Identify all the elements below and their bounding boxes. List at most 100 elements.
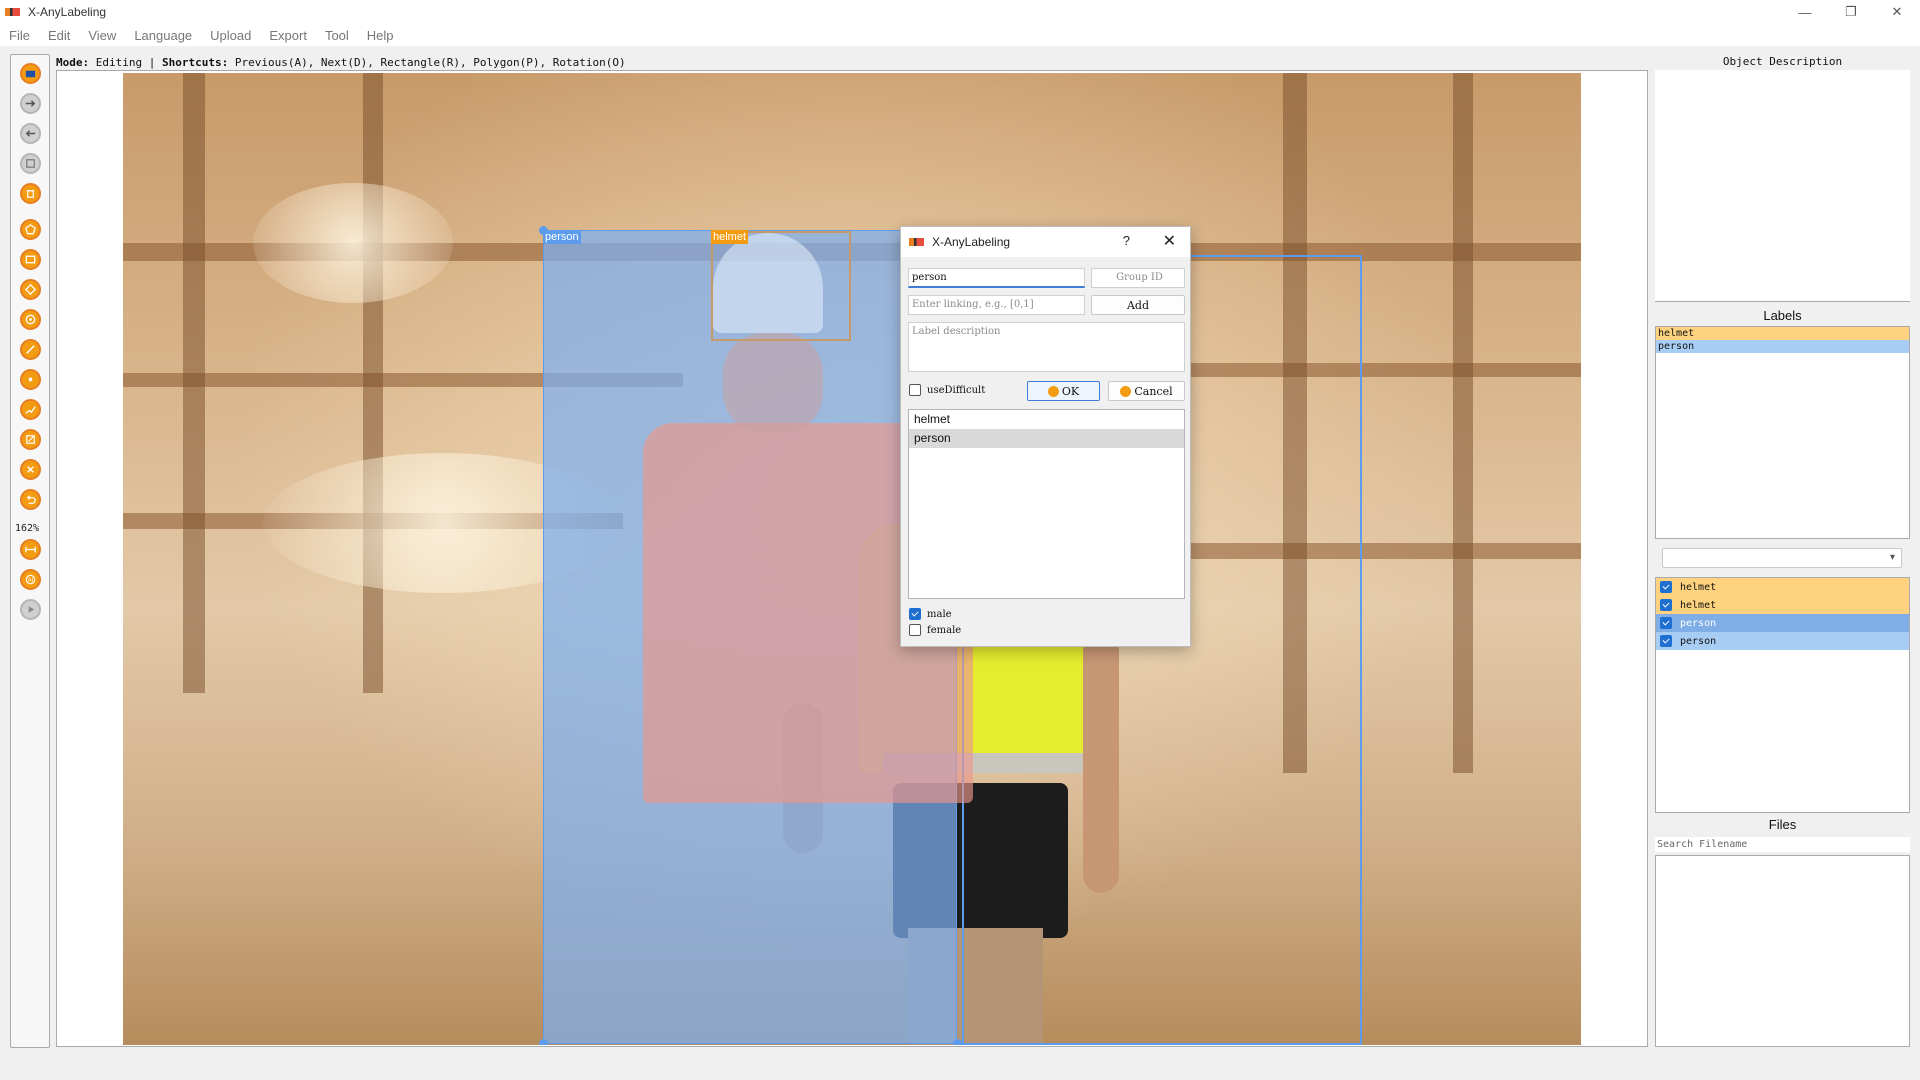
female-label: female bbox=[927, 624, 962, 636]
list-item-helmet[interactable]: helmet bbox=[909, 410, 1184, 429]
fit-width-icon[interactable] bbox=[20, 539, 41, 560]
menu-upload[interactable]: Upload bbox=[201, 28, 260, 43]
file-search-input[interactable]: Search Filename bbox=[1655, 837, 1910, 852]
menu-file[interactable]: File bbox=[0, 28, 39, 43]
difficult-checkbox-row[interactable]: useDifficult bbox=[909, 384, 985, 396]
zoom-level: 162% bbox=[15, 523, 40, 534]
shape-visibility-checkbox[interactable] bbox=[1660, 581, 1672, 593]
object-description-panel[interactable] bbox=[1655, 70, 1910, 302]
shortcuts-value: Previous(A), Next(D), Rectangle(R), Poly… bbox=[228, 55, 626, 69]
linking-input[interactable]: Enter linking, e.g., [0,1] bbox=[908, 295, 1085, 315]
title-bar: X-AnyLabeling — ❐ ✕ bbox=[0, 0, 1920, 24]
shape-visibility-checkbox[interactable] bbox=[1660, 617, 1672, 629]
shape-row-helmet[interactable]: helmet bbox=[1656, 578, 1909, 596]
object-description-title: Object Description bbox=[1722, 55, 1843, 68]
mode-value: Editing | bbox=[89, 55, 162, 69]
dialog-title: X-AnyLabeling bbox=[932, 235, 1011, 249]
next-arrow-icon[interactable] bbox=[20, 93, 41, 114]
help-icon[interactable]: ? bbox=[1123, 233, 1130, 248]
ok-button[interactable]: OK bbox=[1027, 381, 1100, 401]
face-shape bbox=[723, 333, 823, 433]
shape-row-person-selected[interactable]: person bbox=[1656, 614, 1909, 632]
line-icon[interactable] bbox=[20, 339, 41, 360]
prev-arrow-icon[interactable] bbox=[20, 123, 41, 144]
app-logo-icon bbox=[909, 238, 924, 246]
delete-file-icon[interactable] bbox=[20, 183, 41, 204]
menu-view[interactable]: View bbox=[79, 28, 125, 43]
menu-help[interactable]: Help bbox=[358, 28, 403, 43]
list-item-person[interactable]: person bbox=[909, 429, 1184, 448]
male-label: male bbox=[927, 608, 952, 620]
edit-icon[interactable] bbox=[20, 429, 41, 450]
menu-language[interactable]: Language bbox=[125, 28, 201, 43]
rotation-icon[interactable] bbox=[20, 279, 41, 300]
helmet-bbox[interactable] bbox=[711, 231, 851, 341]
app-logo-icon bbox=[5, 8, 20, 16]
mode-key: Mode: bbox=[56, 55, 90, 69]
undo-icon[interactable] bbox=[20, 489, 41, 510]
resize-handle[interactable] bbox=[539, 226, 548, 235]
menu-bar: File Edit View Language Upload Export To… bbox=[0, 24, 1920, 46]
shape-visibility-checkbox[interactable] bbox=[1660, 599, 1672, 611]
construction-workers-photo: person helmet bbox=[123, 73, 1581, 1045]
attribute-male-row[interactable]: male bbox=[909, 608, 952, 620]
ok-icon bbox=[1047, 385, 1059, 397]
restore-button[interactable]: ❐ bbox=[1828, 0, 1874, 24]
files-title: Files bbox=[1768, 817, 1797, 832]
files-list[interactable] bbox=[1655, 855, 1910, 1047]
close-button[interactable]: ✕ bbox=[1874, 0, 1920, 24]
cancel-label: Cancel bbox=[1134, 384, 1173, 398]
labels-list: helmet person bbox=[1655, 326, 1910, 539]
shortcuts-key: Shortcuts: bbox=[161, 55, 229, 69]
shape-row-helmet[interactable]: helmet bbox=[1656, 596, 1909, 614]
shape-label: helmet bbox=[1680, 581, 1717, 593]
difficult-checkbox[interactable] bbox=[909, 384, 921, 396]
shape-label: person bbox=[1680, 617, 1717, 629]
open-folder-icon[interactable] bbox=[20, 63, 41, 84]
group-id-input[interactable]: Group ID bbox=[1091, 268, 1185, 288]
window-title: X-AnyLabeling bbox=[28, 5, 107, 19]
point-icon[interactable] bbox=[20, 369, 41, 390]
delete-shape-icon[interactable] bbox=[20, 459, 41, 480]
label-item-helmet[interactable]: helmet bbox=[1656, 327, 1909, 340]
minimize-button[interactable]: — bbox=[1782, 0, 1828, 24]
left-toolbar: 162% AI bbox=[10, 54, 50, 1048]
menu-tool[interactable]: Tool bbox=[316, 28, 358, 43]
close-icon[interactable]: ✕ bbox=[1163, 231, 1176, 251]
save-icon[interactable] bbox=[20, 153, 41, 174]
label-item-person[interactable]: person bbox=[1656, 340, 1909, 353]
ok-label: OK bbox=[1061, 384, 1080, 398]
cancel-button[interactable]: Cancel bbox=[1108, 381, 1185, 401]
dialog-title-bar: X-AnyLabeling ? ✕ bbox=[901, 227, 1190, 257]
shape-label: person bbox=[1680, 635, 1717, 647]
resize-handle[interactable] bbox=[953, 1039, 962, 1045]
labels-title: Labels bbox=[1763, 308, 1802, 323]
group-filter-dropdown[interactable]: ▾ bbox=[1662, 548, 1902, 568]
label-name-input[interactable]: person bbox=[908, 268, 1085, 288]
add-button[interactable]: Add bbox=[1091, 295, 1185, 315]
shape-visibility-checkbox[interactable] bbox=[1660, 635, 1672, 647]
person-box-label: person bbox=[543, 230, 581, 244]
annotation-canvas[interactable]: person helmet bbox=[56, 70, 1648, 1047]
chevron-down-icon: ▾ bbox=[1889, 552, 1895, 563]
circle-icon[interactable] bbox=[20, 309, 41, 330]
female-checkbox[interactable] bbox=[909, 624, 921, 636]
ai-icon[interactable]: AI bbox=[20, 569, 41, 590]
undo-icon bbox=[1120, 385, 1132, 397]
linestrip-icon[interactable] bbox=[20, 399, 41, 420]
menu-edit[interactable]: Edit bbox=[39, 28, 79, 43]
male-checkbox[interactable] bbox=[909, 608, 921, 620]
attribute-female-row[interactable]: female bbox=[909, 624, 961, 636]
shape-row-person[interactable]: person bbox=[1656, 632, 1909, 650]
label-suggestion-list: helmet person bbox=[908, 409, 1185, 599]
polygon-icon[interactable] bbox=[20, 219, 41, 240]
svg-text:AI: AI bbox=[28, 578, 34, 584]
rectangle-icon[interactable] bbox=[20, 249, 41, 270]
resize-handle[interactable] bbox=[539, 1039, 548, 1045]
helmet-box-label: helmet bbox=[711, 230, 749, 244]
shape-label: helmet bbox=[1680, 599, 1717, 611]
play-icon[interactable] bbox=[20, 599, 41, 620]
label-description-input[interactable]: Label description bbox=[908, 322, 1185, 372]
label-dialog: X-AnyLabeling ? ✕ person Group ID Enter … bbox=[900, 226, 1191, 647]
menu-export[interactable]: Export bbox=[260, 28, 316, 43]
